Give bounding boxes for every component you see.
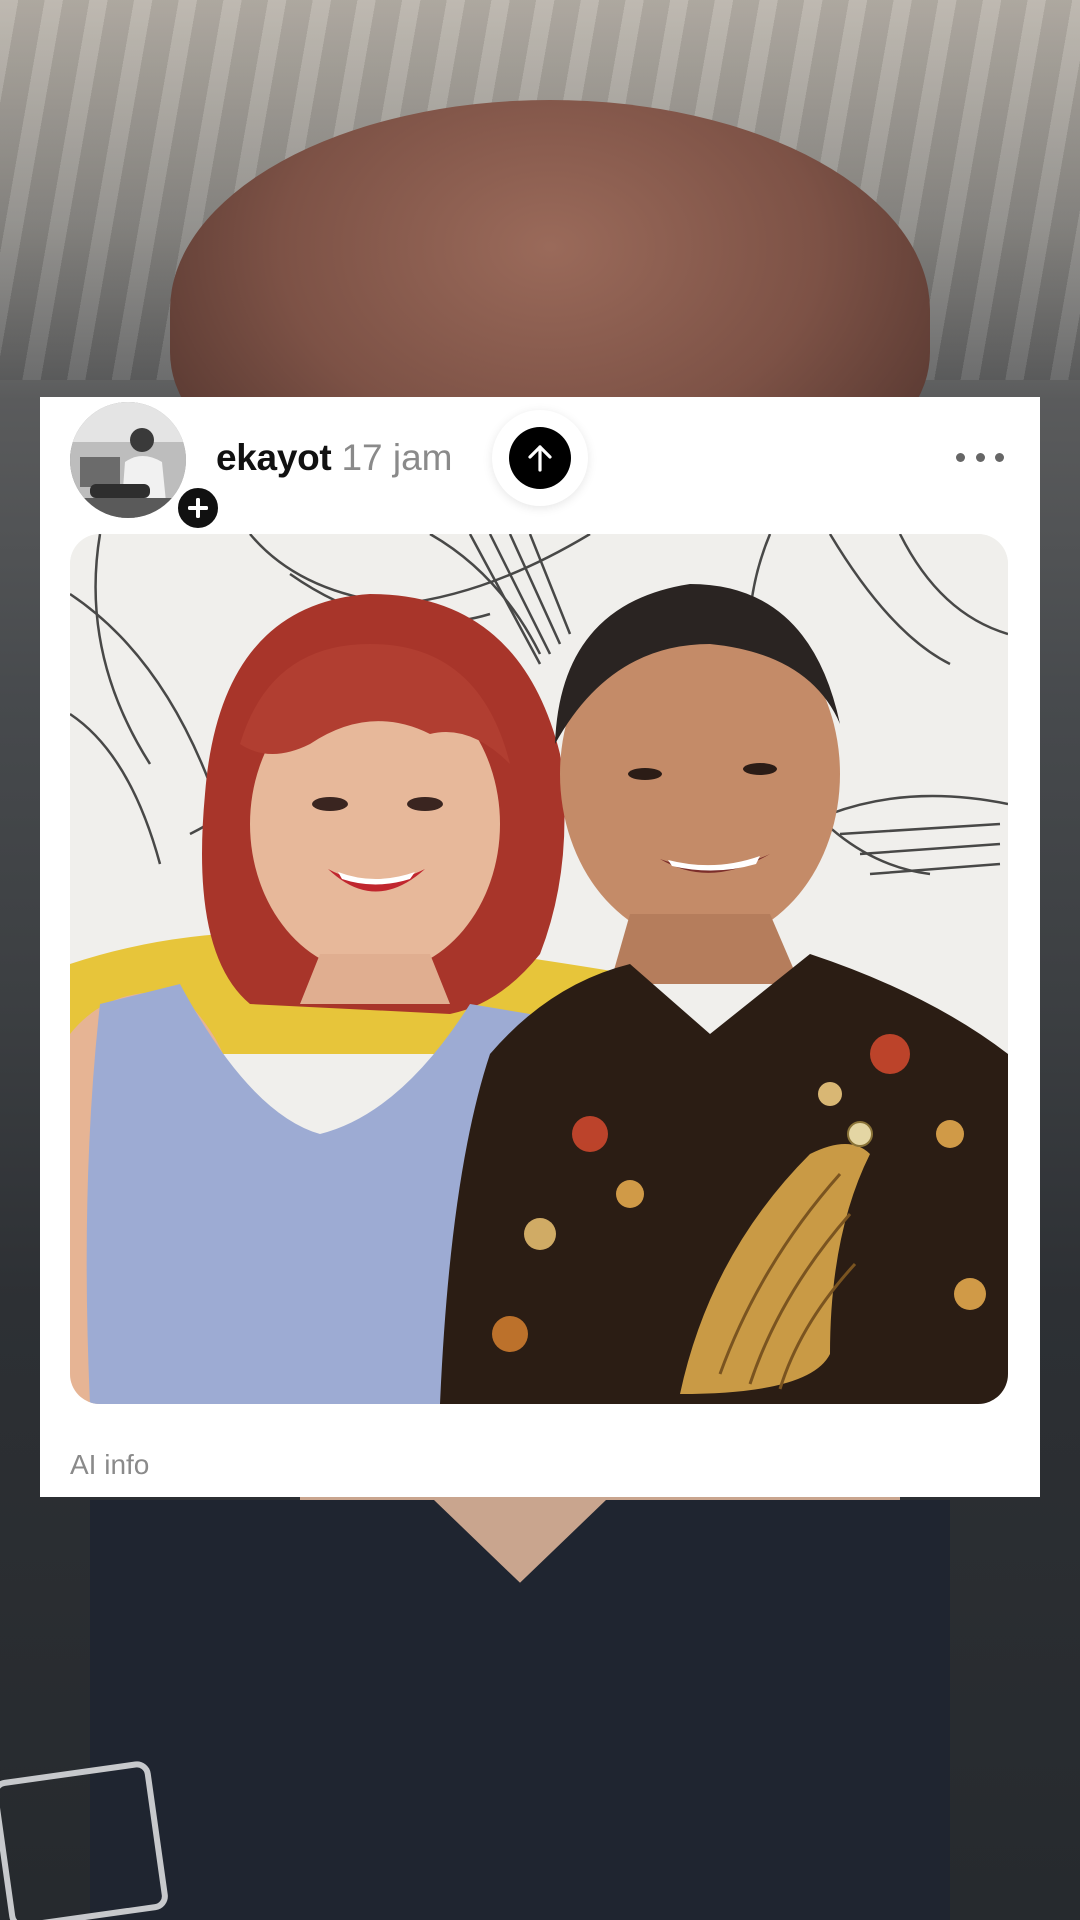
plus-icon: [188, 498, 208, 518]
share-up-button-circle: [509, 427, 571, 489]
ellipsis-icon: [956, 452, 965, 462]
ai-info-label[interactable]: AI info: [70, 1449, 149, 1481]
background-bag-strap: [0, 1759, 170, 1920]
arrow-up-icon: [528, 445, 552, 472]
ellipsis-icon-dot: [975, 452, 985, 462]
post-photo-image: [70, 534, 1008, 1404]
post-timestamp: 17 jam: [341, 437, 453, 478]
avatar-image: [70, 402, 186, 518]
avatar-container[interactable]: [70, 402, 222, 532]
follow-button[interactable]: [174, 484, 222, 532]
avatar[interactable]: [70, 402, 186, 518]
screen: ekayot 17 jam AI info: [0, 0, 1080, 1920]
share-up-button[interactable]: [492, 410, 588, 506]
ellipsis-icon-dot: [995, 452, 1004, 462]
username[interactable]: ekayot: [216, 437, 332, 479]
shared-post-card[interactable]: ekayot 17 jam AI info: [40, 397, 1040, 1497]
more-options-button[interactable]: [950, 437, 1010, 477]
post-photo[interactable]: [70, 534, 1008, 1404]
